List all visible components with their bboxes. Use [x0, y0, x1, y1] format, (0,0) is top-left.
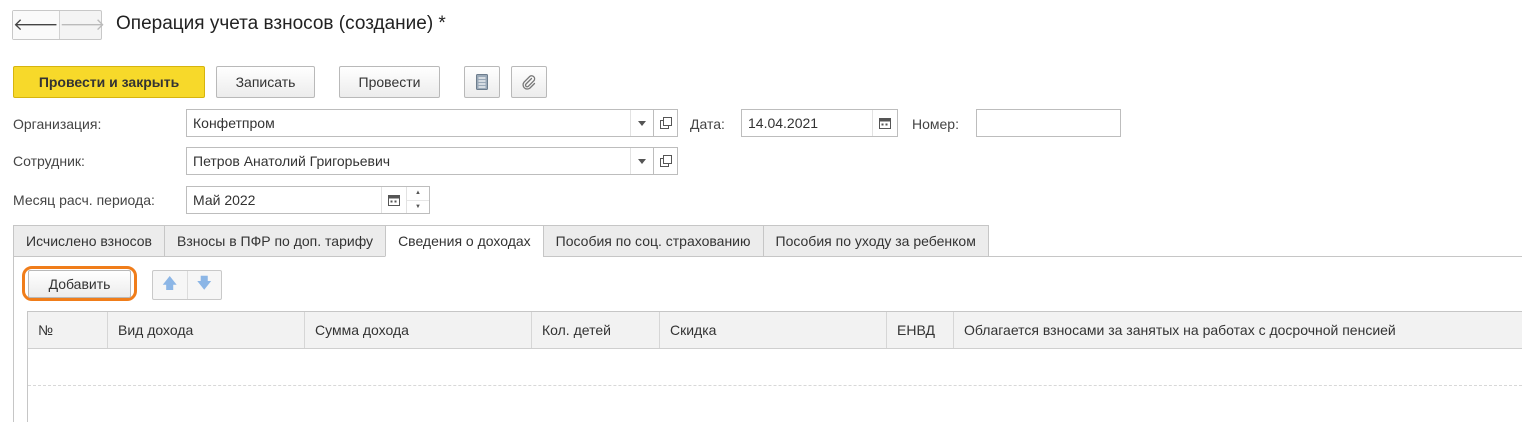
open-window-icon — [659, 117, 672, 129]
column-income-type[interactable]: Вид дохода — [108, 312, 305, 348]
save-button[interactable]: Записать — [216, 66, 315, 98]
tab-social-insurance-benefits[interactable]: Пособия по соц. страхованию — [542, 225, 763, 257]
employee-label: Сотрудник: — [13, 153, 85, 169]
open-window-icon — [659, 155, 672, 167]
stepper-down-icon[interactable]: ▼ — [407, 201, 429, 214]
tab-divider — [615, 256, 1522, 257]
number-field[interactable] — [976, 109, 1121, 137]
post-and-close-button[interactable]: Провести и закрыть — [13, 66, 205, 98]
arrow-up-icon[interactable]: 🡅 — [153, 271, 188, 299]
dropdown-button[interactable] — [630, 148, 653, 174]
page-title: Операция учета взносов (создание) * — [116, 13, 446, 34]
employee-field[interactable]: Петров Анатолий Григорьевич — [186, 147, 654, 175]
period-field[interactable]: Май 2022 ▲ ▼ — [186, 186, 430, 214]
employee-value: Петров Анатолий Григорьевич — [193, 153, 391, 169]
add-button[interactable]: Добавить — [28, 270, 131, 298]
calendar-icon — [388, 195, 400, 206]
dropdown-button[interactable] — [630, 110, 653, 136]
calendar-icon — [879, 118, 891, 129]
column-children-count[interactable]: Кол. детей — [532, 312, 660, 348]
arrow-left-icon: 🡐 — [13, 15, 59, 34]
period-label: Месяц расч. периода: — [13, 192, 155, 208]
report-icon — [476, 74, 488, 90]
date-value: 14.04.2021 — [748, 115, 819, 131]
stepper-up-icon[interactable]: ▲ — [407, 187, 429, 201]
table-row — [28, 385, 1522, 387]
column-discount[interactable]: Скидка — [660, 312, 887, 348]
nav-buttons: 🡐 🡒 — [12, 10, 105, 40]
arrow-right-icon: 🡒 — [59, 15, 106, 34]
post-button[interactable]: Провести — [339, 66, 440, 98]
calendar-button[interactable] — [381, 187, 406, 213]
column-early-pension[interactable]: Облагается взносами за занятых на работа… — [954, 312, 1522, 348]
period-stepper[interactable]: ▲ ▼ — [406, 187, 429, 213]
organization-label: Организация: — [13, 116, 102, 132]
tab-pfr-extra-tariff[interactable]: Взносы в ПФР по доп. тарифу — [163, 225, 386, 257]
date-field[interactable]: 14.04.2021 — [741, 109, 898, 137]
column-income-amount[interactable]: Сумма дохода — [305, 312, 532, 348]
organization-value: Конфетпром — [193, 115, 275, 131]
open-organization-button[interactable] — [654, 109, 678, 137]
forward-button[interactable]: 🡒 — [60, 11, 106, 39]
back-button[interactable]: 🡐 — [13, 11, 60, 39]
date-label: Дата: — [690, 116, 725, 132]
table-header: № Вид дохода Сумма дохода Кол. детей Ски… — [28, 312, 1522, 349]
tab-income-info[interactable]: Сведения о доходах — [385, 225, 543, 257]
chevron-down-icon — [638, 158, 646, 164]
chevron-down-icon — [638, 120, 646, 126]
tab-panel-border — [13, 256, 14, 422]
report-button[interactable] — [464, 66, 500, 98]
number-label: Номер: — [912, 116, 959, 132]
open-employee-button[interactable] — [654, 147, 678, 175]
column-number[interactable]: № — [28, 312, 108, 348]
income-table: № Вид дохода Сумма дохода Кол. детей Ски… — [27, 311, 1522, 422]
attach-button[interactable] — [511, 66, 547, 98]
column-envd[interactable]: ЕНВД — [887, 312, 954, 348]
arrow-down-icon[interactable]: 🡇 — [188, 271, 222, 299]
paperclip-icon — [522, 75, 536, 90]
move-buttons: 🡅 🡇 — [152, 270, 222, 300]
period-value: Май 2022 — [193, 192, 256, 208]
tab-contributions-calculated[interactable]: Исчислено взносов — [13, 225, 164, 257]
calendar-button[interactable] — [872, 110, 897, 136]
tab-childcare-benefits[interactable]: Пособия по уходу за ребенком — [762, 225, 989, 257]
tab-bar: Исчислено взносов Взносы в ПФР по доп. т… — [13, 225, 989, 257]
organization-field[interactable]: Конфетпром — [186, 109, 654, 137]
